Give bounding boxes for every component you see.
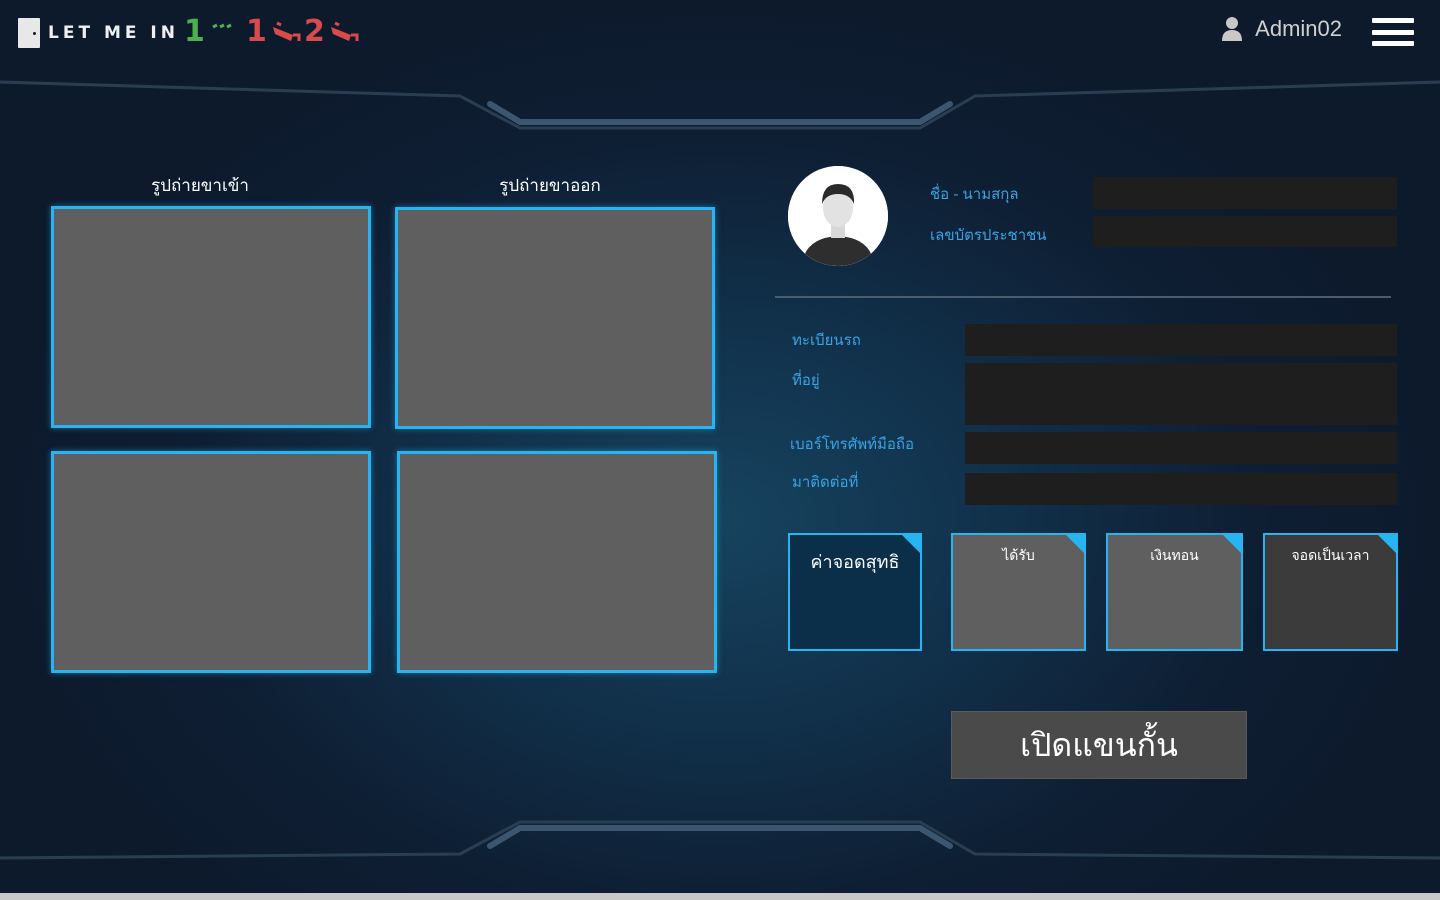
- exit-photo-title: รูปถ่ายขาออก: [499, 176, 601, 196]
- camera2-count: 2: [304, 14, 325, 49]
- camera-icon: [330, 21, 359, 41]
- barrier-signal-icon: [212, 23, 232, 28]
- address-label: ที่อยู่: [792, 372, 820, 389]
- plate-field[interactable]: [965, 324, 1397, 356]
- received-label: ได้รับ: [1002, 548, 1035, 564]
- user-icon: [1222, 17, 1243, 41]
- net-fee-label: ค่าจอดสุทธิ: [810, 552, 900, 573]
- contact-field[interactable]: [965, 473, 1397, 505]
- user-menu[interactable]: Admin02: [1221, 16, 1342, 42]
- duration-tile[interactable]: จอดเป็นเวลา: [1263, 533, 1398, 651]
- entry-photo-1: [51, 206, 371, 428]
- id-card-field[interactable]: [1093, 216, 1397, 247]
- net-fee-tile[interactable]: ค่าจอดสุทธิ: [788, 533, 922, 651]
- contact-label: มาติดต่อที่: [792, 474, 859, 491]
- entry-photo-title: รูปถ่ายขาเข้า: [151, 176, 249, 196]
- duration-label: จอดเป็นเวลา: [1291, 548, 1370, 564]
- change-tile[interactable]: เงินทอน: [1106, 533, 1243, 651]
- camera1-count: 1: [246, 14, 267, 49]
- gate-status: 1: [184, 14, 239, 49]
- logo-text: LET ME IN: [48, 23, 179, 43]
- camera2-status: 2: [304, 14, 359, 49]
- app-logo: LET ME IN: [18, 18, 179, 48]
- person-avatar-icon: [788, 166, 888, 266]
- phone-field[interactable]: [965, 432, 1397, 464]
- exit-photo-2: [397, 451, 717, 673]
- door-icon: [18, 18, 40, 48]
- hamburger-menu-icon[interactable]: [1372, 18, 1414, 46]
- name-label: ชื่อ - นามสกุล: [930, 186, 1019, 203]
- camera-icon: [272, 21, 301, 41]
- id-card-label: เลขบัตรประชาชน: [930, 227, 1047, 244]
- avatar: [788, 166, 888, 266]
- section-divider: [775, 296, 1391, 298]
- name-field[interactable]: [1093, 177, 1397, 209]
- exit-photo-1: [395, 207, 715, 429]
- received-tile[interactable]: ได้รับ: [951, 533, 1086, 651]
- bottom-strip: [0, 893, 1440, 900]
- address-field[interactable]: [965, 363, 1397, 425]
- open-gate-button[interactable]: เปิดแขนกั้น: [951, 711, 1247, 779]
- change-label: เงินทอน: [1150, 548, 1199, 564]
- top-bar: LET ME IN 1 1 2 Admin02: [0, 0, 1440, 70]
- entry-photo-2: [51, 451, 371, 673]
- user-name: Admin02: [1255, 16, 1342, 41]
- phone-label: เบอร์โทรศัพท์มือถือ: [790, 436, 914, 453]
- camera1-status: 1: [246, 14, 301, 49]
- plate-label: ทะเบียนรถ: [792, 332, 861, 349]
- gate-count: 1: [184, 14, 205, 49]
